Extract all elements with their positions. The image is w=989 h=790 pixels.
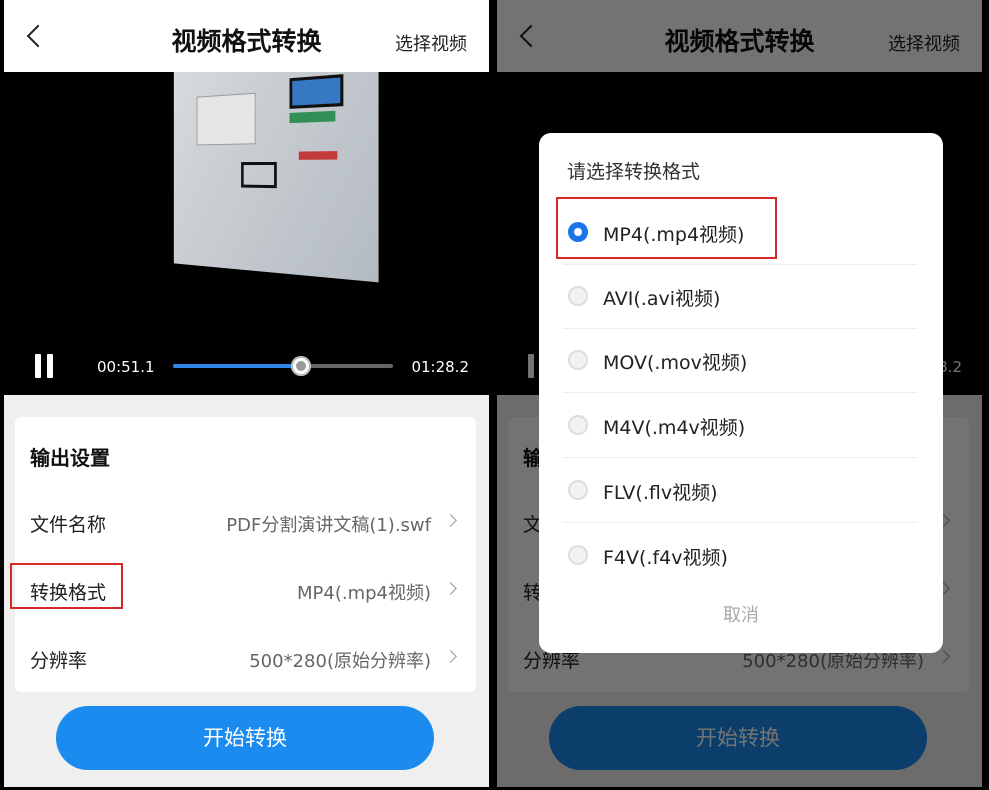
row-label: 文件名称 — [30, 514, 107, 536]
row-value: 500*280(原始分辨率) — [249, 651, 431, 672]
top-bar: 视频格式转换 选择视频 — [4, 0, 489, 72]
radio-icon[interactable] — [568, 480, 588, 500]
format-option-f4v[interactable]: F4V(.f4v视频) — [563, 523, 917, 587]
row-label: 分辨率 — [30, 650, 88, 672]
total-time: 01:28.2 — [411, 358, 469, 376]
format-option-mov[interactable]: MOV(.mov视频) — [563, 328, 917, 393]
progress-fill — [173, 364, 301, 368]
cancel-button[interactable]: 取消 — [539, 601, 943, 627]
file-name-row[interactable]: 文件名称 PDF分割演讲文稿(1).swf — [30, 502, 461, 542]
video-frame — [173, 72, 379, 283]
settings-heading: 输出设置 — [30, 446, 110, 470]
output-settings-card: 输出设置 文件名称 PDF分割演讲文稿(1).swf 转换格式 MP4(.mp4… — [15, 417, 476, 692]
row-value: PDF分割演讲文稿(1).swf — [226, 515, 431, 536]
left-screen: 视频格式转换 选择视频 00:51.1 01:28.2 输出设置 文件名称 PD… — [4, 0, 489, 787]
dialog-title: 请选择转换格式 — [567, 161, 701, 183]
row-value: MP4(.mp4视频) — [296, 583, 431, 604]
radio-icon[interactable] — [568, 286, 588, 306]
chevron-right-icon — [444, 582, 457, 595]
format-dialog: 请选择转换格式 MP4(.mp4视频) AVI(.avi视频) MOV(.mov… — [539, 133, 943, 653]
current-time: 00:51.1 — [97, 358, 155, 376]
option-label: FLV(.flv视频) — [603, 482, 718, 504]
radio-icon[interactable] — [568, 350, 588, 370]
radio-icon[interactable] — [568, 545, 588, 565]
chevron-right-icon — [444, 514, 457, 527]
pause-icon[interactable] — [35, 354, 55, 378]
option-label: MOV(.mov视频) — [603, 352, 748, 374]
radio-icon[interactable] — [568, 415, 588, 435]
start-convert-button[interactable]: 开始转换 — [56, 706, 434, 770]
option-label: F4V(.f4v视频) — [603, 547, 728, 569]
select-video-button[interactable]: 选择视频 — [395, 30, 467, 56]
video-player[interactable]: 00:51.1 01:28.2 — [4, 72, 489, 395]
progress-knob[interactable] — [290, 356, 311, 376]
resolution-row[interactable]: 分辨率 500*280(原始分辨率) — [30, 638, 461, 678]
format-option-m4v[interactable]: M4V(.m4v视频) — [563, 393, 917, 458]
option-label: AVI(.avi视频) — [603, 288, 721, 310]
progress-bar[interactable] — [173, 356, 393, 376]
option-label: M4V(.m4v视频) — [603, 417, 746, 439]
chevron-right-icon — [444, 650, 457, 663]
right-screen: 视频格式转换 选择视频 01:28.2 输出设置 文件名称 PDF分割演讲文稿(… — [497, 0, 982, 787]
format-option-flv[interactable]: FLV(.flv视频) — [563, 458, 917, 523]
format-option-avi[interactable]: AVI(.avi视频) — [563, 264, 917, 329]
option-highlight-box — [556, 197, 777, 259]
format-highlight-box — [10, 563, 123, 609]
